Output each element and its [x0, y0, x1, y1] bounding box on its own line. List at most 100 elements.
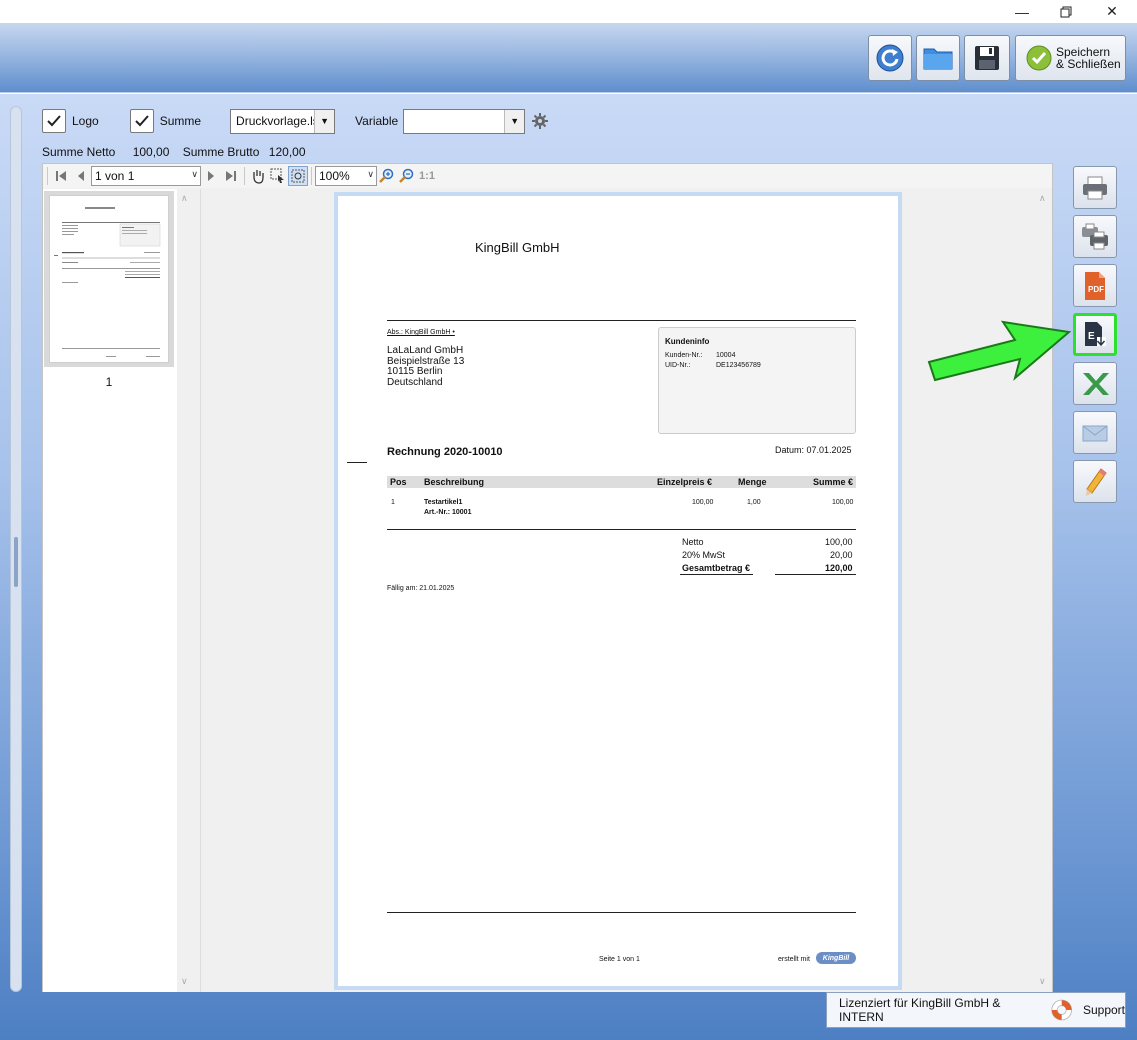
- invoice-title: Rechnung 2020-10010: [387, 446, 503, 458]
- total-value: 120,00: [825, 563, 853, 573]
- due-date: Fällig am: 21.01.2025: [387, 585, 455, 592]
- page-footer-number: Seite 1 von 1: [599, 956, 640, 963]
- first-page-icon[interactable]: [51, 166, 71, 186]
- document-scrollbar[interactable]: ∧ ∨: [1035, 189, 1052, 992]
- summe-brutto-label: Summe Brutto: [182, 145, 260, 159]
- email-button[interactable]: [1073, 411, 1117, 454]
- variable-settings-button[interactable]: [531, 112, 549, 130]
- lifebuoy-icon: [1050, 999, 1072, 1021]
- column-header: Summe €: [813, 477, 854, 487]
- support-label: Support: [1082, 1003, 1125, 1017]
- save-close-line2: & Schließen: [1056, 57, 1121, 71]
- thumbnail-frame[interactable]: [44, 191, 174, 367]
- excel-icon: [1083, 372, 1109, 395]
- template-select-value: Druckvorlage.lst: [236, 114, 323, 128]
- refresh-button[interactable]: [868, 35, 912, 81]
- preview-toolbar: 1 von 1 ∨ 100% ∨ 1:1: [43, 164, 1052, 188]
- total-label: Gesamtbetrag €: [682, 563, 751, 573]
- edit-button[interactable]: [1073, 460, 1117, 503]
- chevron-up-icon[interactable]: ∧: [1039, 193, 1046, 204]
- actual-size-button[interactable]: 1:1: [417, 166, 437, 186]
- column-header: Einzelpreis €: [657, 477, 713, 487]
- left-scrollbar-thumb[interactable]: [14, 537, 18, 587]
- zoom-select[interactable]: 100% ∨: [315, 166, 377, 186]
- save-and-close-button[interactable]: Speichern & Schließen: [1015, 35, 1126, 81]
- print-preview-panel: 1 von 1 ∨ 100% ∨ 1:1 1 ∧ ∨ KingBill GmbH…: [42, 163, 1053, 992]
- print-button[interactable]: [1073, 166, 1117, 209]
- excel-export-button[interactable]: [1073, 362, 1117, 405]
- kundeninfo-title: Kundeninfo: [665, 337, 710, 346]
- refresh-icon: [876, 44, 904, 72]
- toolbar-separator: [311, 167, 312, 185]
- license-bar[interactable]: Lizenziert für KingBill GmbH & INTERN Su…: [826, 992, 1126, 1028]
- customer-info-box: Kundeninfo Kunden-Nr.: 10004 UID-Nr.: DE…: [658, 327, 856, 434]
- table-header: Pos Beschreibung Einzelpreis € Menge Sum…: [387, 476, 856, 488]
- svg-text:PDF: PDF: [1088, 285, 1104, 294]
- checkmark-icon: [47, 115, 61, 127]
- thumbnail-page-number: 1: [105, 375, 113, 389]
- zoom-in-icon[interactable]: [377, 166, 397, 186]
- summe-checkbox[interactable]: [129, 109, 154, 133]
- zoom-out-icon[interactable]: [397, 166, 417, 186]
- export-icon: E: [1085, 321, 1106, 346]
- chevron-down-icon: ∨: [367, 169, 374, 179]
- hand-tool-icon[interactable]: [248, 166, 268, 186]
- save-icon: [975, 46, 999, 70]
- printer-icon: [1083, 176, 1107, 199]
- thumbnail-panel[interactable]: 1: [43, 189, 177, 992]
- row-qty: 1,00: [747, 499, 761, 506]
- logo-label: Logo: [72, 114, 99, 128]
- thumbnail-page[interactable]: [49, 195, 169, 363]
- page-select[interactable]: 1 von 1 ∨: [91, 166, 201, 186]
- uid-value: DE123456789: [716, 362, 761, 369]
- zoom-select-tool-icon[interactable]: [288, 166, 308, 186]
- print-multiple-button[interactable]: [1073, 215, 1117, 258]
- next-page-icon[interactable]: [201, 166, 221, 186]
- recipient-line: 10115 Berlin: [387, 366, 443, 377]
- pdf-icon: PDF: [1085, 271, 1105, 300]
- pdf-export-button[interactable]: PDF: [1073, 264, 1117, 307]
- prev-page-icon[interactable]: [71, 166, 91, 186]
- column-header: Menge: [738, 477, 767, 487]
- netto-label: Netto: [682, 537, 704, 547]
- save-button[interactable]: [964, 35, 1010, 81]
- chevron-down-icon[interactable]: ∨: [1039, 976, 1046, 987]
- gear-icon: [532, 113, 549, 129]
- column-header: Pos: [390, 477, 407, 487]
- chevron-down-icon: ▼: [314, 109, 335, 133]
- recipient-line: LaLaLand GmbH: [387, 345, 464, 356]
- invoice-page[interactable]: KingBill GmbH Abs.: KingBill GmbH • LaLa…: [338, 196, 898, 986]
- row-price: 100,00: [692, 499, 714, 506]
- thumbnail-scrollbar[interactable]: ∧ ∨: [177, 189, 193, 992]
- kunden-nr-value: 10004: [716, 352, 736, 359]
- fold-mark: [347, 462, 367, 463]
- open-folder-button[interactable]: [916, 35, 960, 81]
- variable-select[interactable]: ▼: [403, 108, 526, 134]
- variable-label: Variable: [355, 114, 399, 128]
- folder-icon: [923, 48, 953, 70]
- company-name: KingBill GmbH: [475, 240, 560, 255]
- toolbar-separator: [47, 167, 48, 185]
- footer-rule: [387, 912, 856, 913]
- chevron-down-icon[interactable]: ∨: [181, 976, 188, 987]
- minimize-button[interactable]: —: [999, 0, 1045, 23]
- kingbill-logo: KingBill: [816, 952, 856, 964]
- row-art-nr: Art.-Nr.: 10001: [424, 509, 472, 516]
- summe-label: Summe: [159, 114, 202, 128]
- close-button[interactable]: ✕: [1089, 0, 1135, 23]
- license-text: Lizenziert für KingBill GmbH & INTERN: [839, 996, 1001, 1024]
- chevron-up-icon[interactable]: ∧: [181, 193, 188, 204]
- panel-divider[interactable]: [200, 189, 201, 992]
- select-tool-icon[interactable]: [268, 166, 288, 186]
- template-select[interactable]: Druckvorlage.lst ▼: [230, 108, 336, 134]
- thumbnail-preview-image: [54, 207, 161, 357]
- row-name: Testartikel1: [424, 499, 463, 506]
- last-page-icon[interactable]: [221, 166, 241, 186]
- export-button[interactable]: E: [1073, 313, 1117, 356]
- restore-button[interactable]: [1043, 0, 1089, 23]
- chevron-down-icon: ∨: [191, 169, 198, 179]
- multi-printer-icon: [1082, 223, 1108, 249]
- logo-checkbox[interactable]: [42, 109, 66, 133]
- edit-icon: [1086, 467, 1107, 496]
- left-scrollbar[interactable]: [10, 106, 22, 992]
